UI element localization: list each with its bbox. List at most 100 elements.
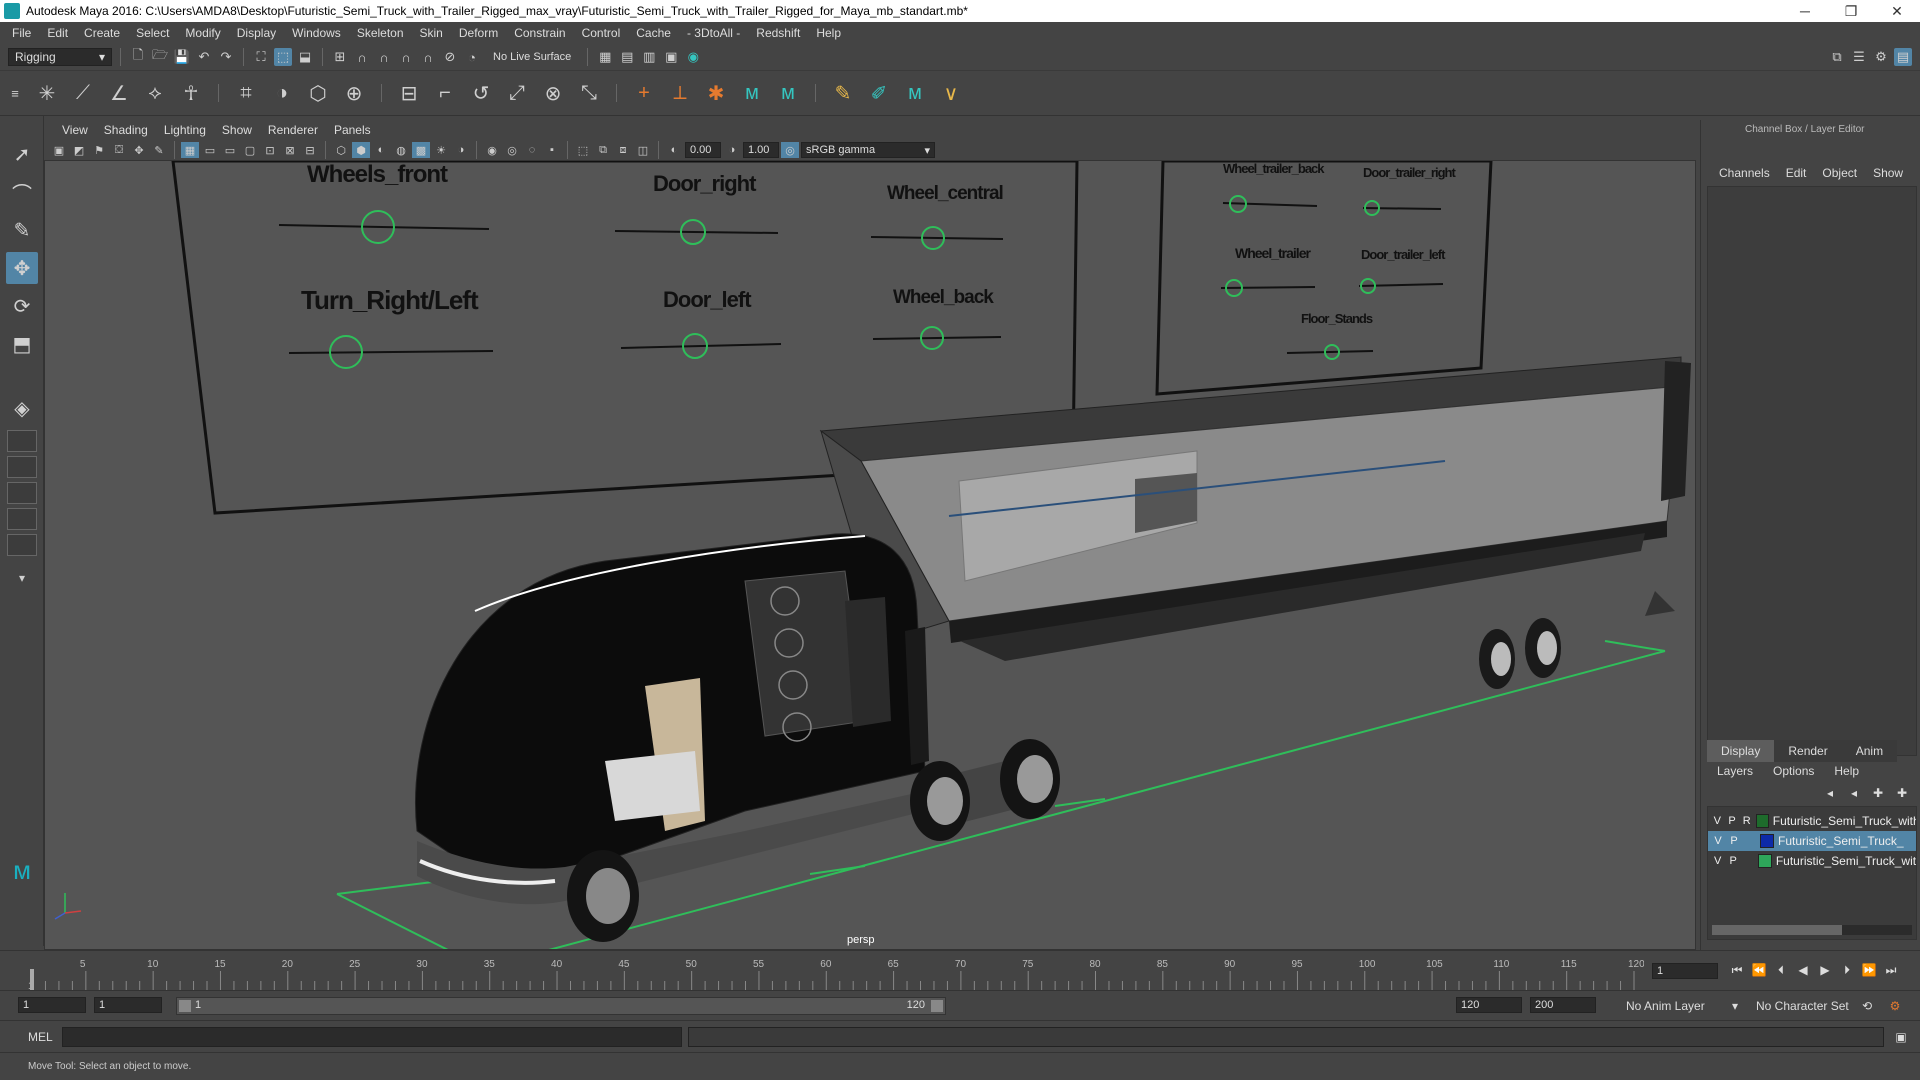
auto-key-icon[interactable]: ⟲: [1858, 997, 1876, 1015]
trailer-model[interactable]: [819, 356, 1691, 661]
scrollbar-thumb[interactable]: [1712, 925, 1842, 935]
bind-skin-icon[interactable]: ⌗: [233, 80, 259, 106]
hypershade-icon[interactable]: ◉: [684, 48, 702, 66]
animation-prefs-icon[interactable]: ⚙: [1886, 997, 1904, 1015]
safe-title-icon[interactable]: ⊟: [301, 142, 319, 158]
layer-visible-toggle[interactable]: V: [1712, 835, 1724, 847]
scale-constraint-icon[interactable]: ⤢: [504, 80, 530, 106]
new-scene-icon[interactable]: 🗋: [129, 47, 147, 66]
menu-skeleton[interactable]: Skeleton: [349, 26, 412, 40]
color-space-dropdown[interactable]: sRGB gamma ▾: [801, 142, 935, 158]
menu-deform[interactable]: Deform: [451, 26, 506, 40]
le-menu-help[interactable]: Help: [1824, 764, 1869, 778]
current-time-marker[interactable]: [30, 969, 34, 991]
layer-list-scrollbar[interactable]: [1712, 925, 1912, 935]
range-slider[interactable]: 1 120: [176, 997, 946, 1015]
layer-color-swatch[interactable]: [1758, 854, 1772, 868]
select-camera-icon[interactable]: ⬚: [574, 142, 592, 158]
character-set-dropdown[interactable]: No Character Set: [1750, 997, 1874, 1015]
point-constraint-icon[interactable]: ⊟: [396, 80, 422, 106]
move-tool-icon[interactable]: ✥: [6, 252, 38, 284]
cb-menu-show[interactable]: Show: [1865, 166, 1911, 180]
snap-point-icon[interactable]: ∩: [375, 48, 393, 66]
tool-settings-icon[interactable]: ⚙: [1872, 48, 1890, 66]
shadows-icon[interactable]: ☀: [432, 142, 450, 158]
ipr-render-icon[interactable]: ▥: [640, 48, 658, 66]
render-frame-icon[interactable]: ▤: [618, 48, 636, 66]
time-slider[interactable]: 1510152025303540455055606570758085909510…: [0, 950, 1920, 991]
four-view-layout-icon[interactable]: [7, 430, 37, 452]
gate-mask-icon[interactable]: ▢: [241, 142, 259, 158]
step-forward-frame-icon[interactable]: ⏵: [1838, 961, 1856, 979]
tab-render[interactable]: Render: [1774, 740, 1842, 762]
gamma-field[interactable]: 1.00: [743, 142, 779, 158]
wireframe-on-shaded-icon[interactable]: ◐: [372, 142, 390, 158]
menu-constrain[interactable]: Constrain: [506, 26, 573, 40]
animation-start-field[interactable]: 1: [18, 997, 86, 1013]
persp-graph-layout-icon[interactable]: [7, 508, 37, 530]
grease-pencil-icon[interactable]: ✎: [150, 142, 168, 158]
cb-menu-object[interactable]: Object: [1814, 166, 1865, 180]
minimize-button[interactable]: ─: [1782, 3, 1828, 20]
menu-windows[interactable]: Windows: [284, 26, 349, 40]
exposure-field[interactable]: 0.00: [685, 142, 721, 158]
layer-row[interactable]: V P R Futuristic_Semi_Truck_with_T: [1708, 811, 1916, 831]
hik-define-icon[interactable]: ᴍ: [775, 80, 801, 106]
isolate-select-icon[interactable]: ◉: [483, 142, 501, 158]
wireframe-icon[interactable]: ⬡: [332, 142, 350, 158]
snap-view-icon[interactable]: ∩: [397, 48, 415, 66]
locator-icon[interactable]: +: [631, 80, 657, 106]
paint-weights-icon[interactable]: ◑: [269, 80, 295, 106]
panel-menu-show[interactable]: Show: [214, 123, 260, 137]
snap-magnet-icon[interactable]: ◔: [463, 48, 481, 66]
layer-visible-toggle[interactable]: V: [1712, 815, 1723, 827]
snap-grid-icon[interactable]: ⊞: [331, 48, 349, 66]
playback-start-field[interactable]: 1: [94, 997, 162, 1013]
rotate-tool-icon[interactable]: ⟳: [6, 290, 38, 322]
menu-edit[interactable]: Edit: [39, 26, 76, 40]
modeling-toolkit-icon[interactable]: ⧉: [1828, 48, 1846, 66]
select-hierarchy-icon[interactable]: ⛶: [252, 48, 270, 66]
layer-color-swatch[interactable]: [1756, 814, 1769, 828]
layer-reference-toggle[interactable]: R: [1741, 815, 1752, 827]
channel-box-toggle-icon[interactable]: ▤: [1894, 48, 1912, 66]
attribute-editor-icon[interactable]: ☰: [1850, 48, 1868, 66]
quick-rig-icon[interactable]: ☥: [178, 80, 204, 106]
more-layouts-icon[interactable]: ▾: [6, 562, 38, 594]
move-layer-down-icon[interactable]: ◂: [1845, 784, 1863, 802]
smooth-shade-icon[interactable]: ⬢: [352, 142, 370, 158]
snap-curve-icon[interactable]: ∩: [353, 48, 371, 66]
image-plane-icon[interactable]: ⛋: [110, 142, 128, 158]
step-back-key-icon[interactable]: ⏪: [1750, 961, 1768, 979]
layer-row[interactable]: V P Futuristic_Semi_Truck_: [1708, 831, 1916, 851]
use-all-lights-icon[interactable]: ▩: [412, 142, 430, 158]
field-chart-icon[interactable]: ⊡: [261, 142, 279, 158]
menuset-dropdown[interactable]: Rigging ▾: [8, 48, 112, 66]
hik-icon[interactable]: ᴍ: [739, 80, 765, 106]
step-back-frame-icon[interactable]: ⏴: [1772, 961, 1790, 979]
single-view-icon[interactable]: ◈: [6, 392, 38, 424]
camera-attr-icon[interactable]: ◩: [70, 142, 88, 158]
panel-menu-panels[interactable]: Panels: [326, 123, 379, 137]
menu-cache[interactable]: Cache: [628, 26, 679, 40]
menu-3dtoall[interactable]: - 3DtoAll -: [679, 26, 748, 40]
cb-menu-channels[interactable]: Channels: [1711, 166, 1778, 180]
menu-select[interactable]: Select: [128, 26, 177, 40]
frame-selected-icon[interactable]: ⧈: [614, 142, 632, 158]
cb-menu-edit[interactable]: Edit: [1778, 166, 1815, 180]
play-backward-icon[interactable]: ◀: [1794, 961, 1812, 979]
time-ruler[interactable]: 1510152025303540455055606570758085909510…: [28, 951, 1644, 991]
scale-tool-icon[interactable]: ⬒: [6, 328, 38, 360]
tab-display[interactable]: Display: [1707, 740, 1775, 762]
channel-list-area[interactable]: [1707, 186, 1917, 756]
safe-action-icon[interactable]: ⊠: [281, 142, 299, 158]
bookmark-icon[interactable]: ⚑: [90, 142, 108, 158]
paint-skin-icon[interactable]: ✎: [830, 80, 856, 106]
hud-icon[interactable]: ◫: [634, 142, 652, 158]
orient-constraint-icon[interactable]: ↺: [468, 80, 494, 106]
le-menu-options[interactable]: Options: [1763, 764, 1824, 778]
undo-icon[interactable]: ↶: [195, 48, 213, 66]
menu-display[interactable]: Display: [229, 26, 284, 40]
layer-color-swatch[interactable]: [1760, 834, 1774, 848]
panel-menu-renderer[interactable]: Renderer: [260, 123, 326, 137]
